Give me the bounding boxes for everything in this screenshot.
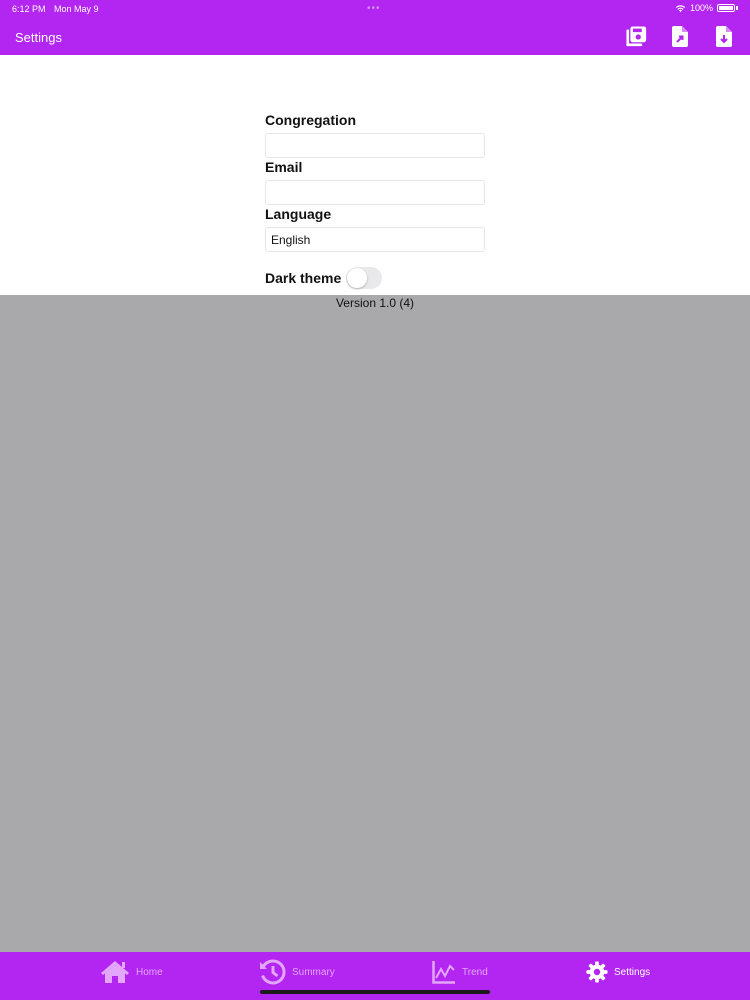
top-bar: Settings bbox=[0, 18, 750, 55]
congregation-input[interactable] bbox=[265, 133, 485, 158]
history-icon bbox=[260, 959, 286, 985]
status-date: Mon May 9 bbox=[54, 4, 99, 14]
tab-trend-label: Trend bbox=[462, 966, 488, 978]
battery-icon bbox=[717, 4, 735, 12]
congregation-label: Congregation bbox=[265, 112, 356, 128]
dark-theme-row: Dark theme bbox=[265, 267, 485, 289]
import-file-button[interactable] bbox=[713, 24, 735, 48]
email-input[interactable] bbox=[265, 180, 485, 205]
toolbar-actions bbox=[625, 24, 735, 48]
multitasking-dots-icon[interactable]: ••• bbox=[367, 3, 381, 14]
gear-icon bbox=[586, 961, 608, 983]
battery-tip bbox=[736, 6, 738, 10]
tab-summary-label: Summary bbox=[292, 966, 335, 978]
tab-home[interactable]: Home bbox=[100, 958, 163, 986]
home-icon bbox=[101, 961, 129, 983]
tab-trend[interactable]: Trend bbox=[432, 958, 488, 986]
email-label: Email bbox=[265, 159, 303, 175]
toggle-knob bbox=[347, 268, 368, 288]
status-time: 6:12 PM bbox=[12, 4, 46, 14]
page-title: Settings bbox=[15, 30, 62, 45]
language-label: Language bbox=[265, 206, 332, 222]
save-button[interactable] bbox=[625, 24, 647, 48]
settings-panel: Congregation Email Language Dark theme bbox=[0, 55, 750, 295]
file-import-icon bbox=[716, 25, 732, 47]
export-file-button[interactable] bbox=[669, 24, 691, 48]
tab-home-label: Home bbox=[136, 966, 163, 978]
wifi-icon bbox=[675, 4, 686, 12]
version-text: Version 1.0 (4) bbox=[335, 296, 415, 310]
status-bar: 6:12 PM Mon May 9 ••• 100% bbox=[0, 0, 750, 18]
dark-theme-label: Dark theme bbox=[265, 270, 342, 286]
dark-theme-toggle[interactable] bbox=[346, 267, 383, 289]
chart-line-icon bbox=[432, 961, 455, 984]
tab-summary[interactable]: Summary bbox=[260, 958, 335, 986]
file-export-icon bbox=[672, 25, 688, 47]
tab-settings-label: Settings bbox=[614, 966, 651, 978]
status-right: 100% bbox=[675, 3, 738, 13]
tab-settings[interactable]: Settings bbox=[586, 958, 650, 986]
home-indicator bbox=[260, 990, 490, 994]
language-select[interactable] bbox=[265, 227, 485, 252]
battery-percent: 100% bbox=[689, 3, 713, 13]
save-icon bbox=[625, 25, 646, 46]
settings-form: Congregation Email Language Dark theme bbox=[265, 111, 485, 289]
